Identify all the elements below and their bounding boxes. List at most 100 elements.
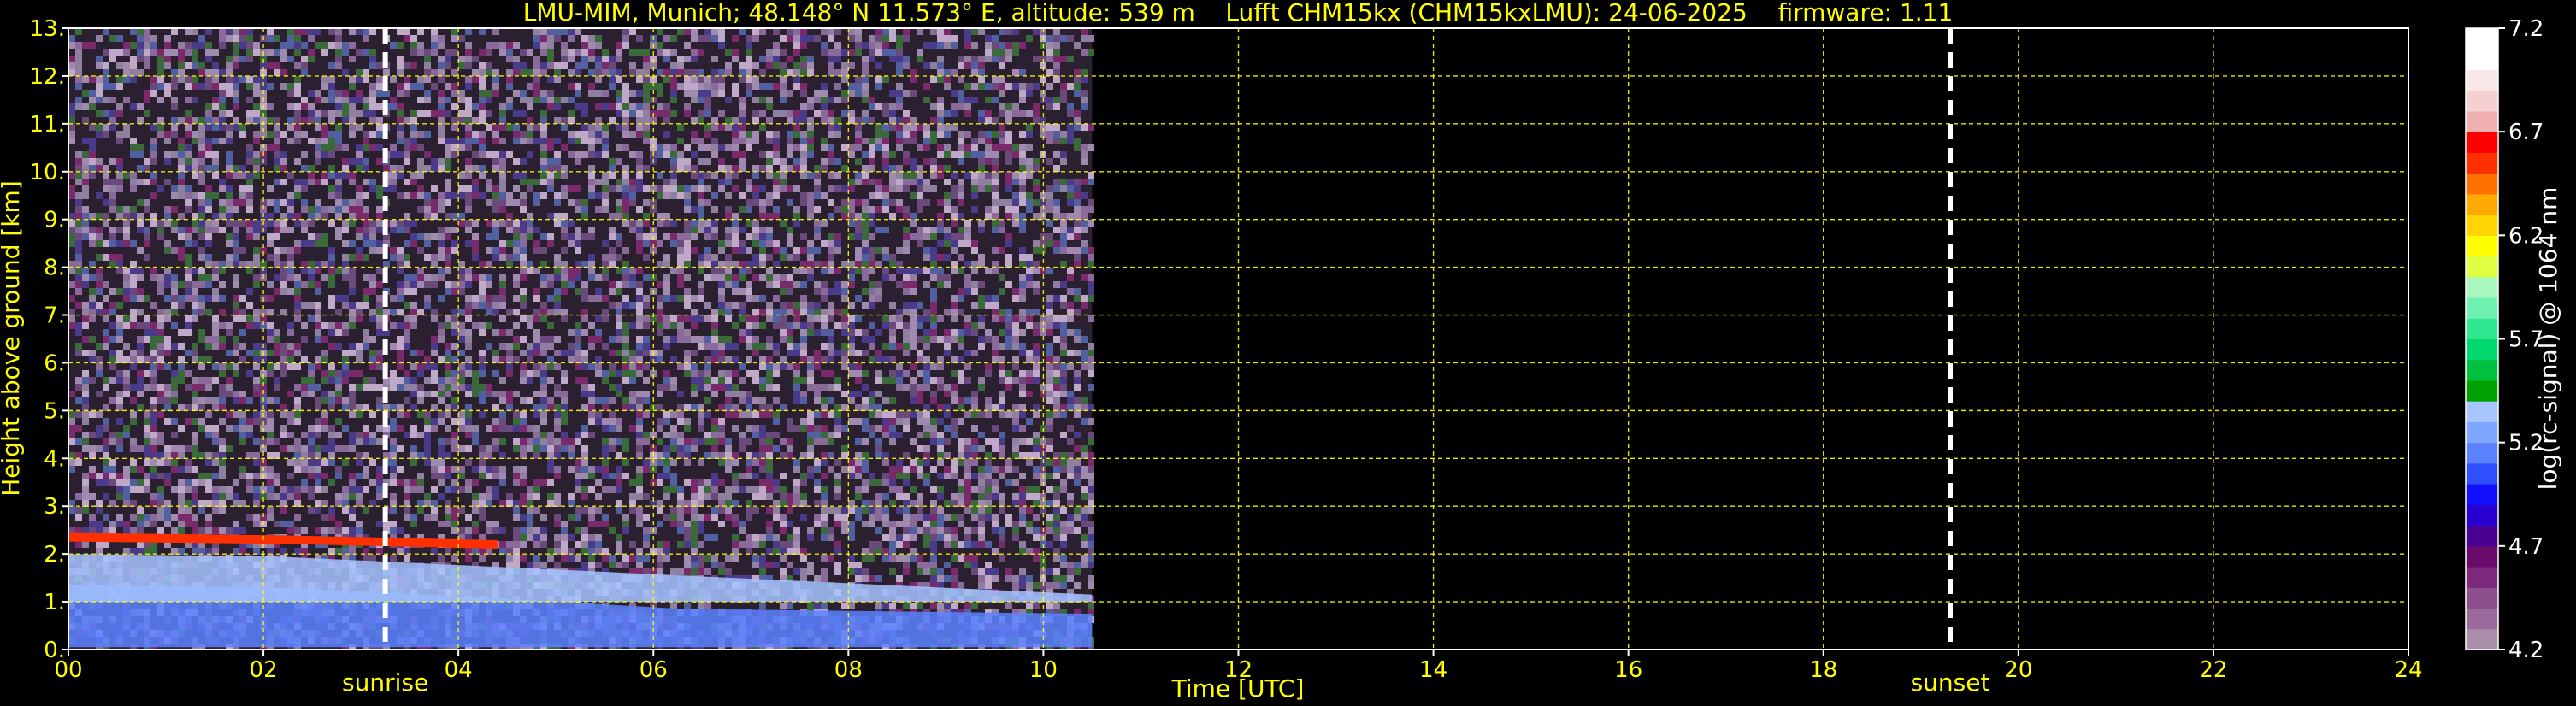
noise-pixel — [492, 42, 499, 49]
noise-pixel — [752, 199, 759, 206]
noise-pixel — [1081, 151, 1088, 158]
noise-pixel — [376, 329, 383, 336]
noise-pixel — [657, 90, 663, 97]
noise-pixel — [164, 363, 171, 370]
noise-pixel — [869, 158, 875, 165]
noise-pixel — [178, 151, 185, 158]
noise-pixel — [882, 110, 889, 117]
noise-pixel — [581, 35, 588, 42]
noise-pixel — [328, 138, 335, 144]
noise-pixel — [369, 117, 376, 124]
noise-pixel — [910, 165, 917, 172]
noise-pixel — [1081, 144, 1088, 151]
noise-pixel — [780, 97, 787, 103]
noise-pixel — [1019, 42, 1026, 49]
noise-pixel — [691, 350, 698, 356]
noise-pixel — [793, 363, 800, 370]
noise-pixel — [547, 165, 554, 172]
noise-pixel — [684, 274, 691, 281]
noise-pixel — [910, 343, 917, 350]
noise-pixel — [499, 418, 506, 425]
noise-pixel — [766, 432, 773, 438]
noise-pixel — [746, 397, 752, 404]
noise-pixel — [75, 165, 82, 172]
noise-pixel — [82, 384, 89, 391]
noise-pixel — [595, 117, 602, 124]
noise-pixel — [855, 179, 862, 185]
noise-pixel — [732, 131, 739, 138]
noise-pixel — [561, 391, 568, 397]
noise-pixel — [417, 281, 424, 288]
noise-pixel — [492, 206, 499, 213]
noise-pixel — [930, 397, 937, 404]
noise-pixel — [499, 391, 506, 397]
noise-pixel — [930, 254, 937, 261]
noise-pixel — [376, 268, 383, 274]
noise-pixel — [1026, 165, 1033, 172]
noise-pixel — [137, 220, 144, 227]
noise-pixel — [1026, 315, 1033, 322]
noise-pixel — [561, 281, 568, 288]
noise-pixel — [609, 397, 616, 404]
noise-pixel — [547, 309, 554, 315]
noise-pixel — [212, 165, 219, 172]
noise-pixel — [793, 213, 800, 220]
noise-pixel — [328, 192, 335, 199]
noise-pixel — [1005, 151, 1012, 158]
noise-pixel — [951, 418, 958, 425]
noise-pixel — [438, 254, 445, 261]
noise-pixel — [1060, 97, 1067, 103]
noise-pixel — [985, 42, 992, 49]
noise-pixel — [171, 432, 178, 438]
noise-pixel — [1053, 199, 1060, 206]
noise-pixel — [438, 62, 445, 69]
noise-pixel — [520, 254, 527, 261]
noise-pixel — [780, 90, 787, 97]
noise-pixel — [718, 90, 725, 97]
noise-pixel — [554, 288, 561, 295]
noise-pixel — [588, 69, 595, 76]
noise-pixel — [410, 288, 417, 295]
noise-pixel — [889, 397, 896, 404]
noise-pixel — [978, 185, 985, 192]
noise-pixel — [834, 56, 841, 62]
noise-pixel — [540, 151, 547, 158]
noise-pixel — [1046, 343, 1053, 350]
noise-pixel — [1053, 247, 1060, 254]
noise-pixel — [89, 138, 96, 144]
noise-pixel — [1005, 56, 1012, 62]
noise-pixel — [821, 425, 828, 432]
noise-pixel — [622, 83, 629, 90]
noise-pixel — [458, 35, 465, 42]
noise-pixel — [109, 377, 116, 384]
noise-pixel — [773, 83, 780, 90]
noise-pixel — [568, 268, 575, 274]
noise-pixel — [903, 227, 910, 233]
noise-pixel — [807, 261, 814, 268]
noise-pixel — [540, 274, 547, 281]
noise-pixel — [335, 172, 342, 179]
noise-pixel — [1026, 158, 1033, 165]
noise-pixel — [985, 138, 992, 144]
noise-pixel — [205, 206, 212, 213]
noise-pixel — [889, 261, 896, 268]
noise-pixel — [328, 90, 335, 97]
noise-pixel — [759, 206, 766, 213]
noise-pixel — [711, 83, 718, 90]
noise-pixel — [930, 158, 937, 165]
noise-pixel — [89, 288, 96, 295]
noise-pixel — [622, 370, 629, 377]
noise-pixel — [964, 233, 971, 240]
noise-pixel — [622, 206, 629, 213]
noise-pixel — [513, 418, 520, 425]
noise-pixel — [1067, 199, 1074, 206]
noise-pixel — [246, 56, 253, 62]
noise-pixel — [917, 199, 923, 206]
noise-pixel — [554, 302, 561, 309]
noise-pixel — [793, 343, 800, 350]
noise-pixel — [964, 103, 971, 110]
noise-pixel — [1074, 138, 1081, 144]
noise-pixel — [513, 233, 520, 240]
noise-pixel — [1033, 309, 1040, 315]
noise-pixel — [445, 377, 451, 384]
